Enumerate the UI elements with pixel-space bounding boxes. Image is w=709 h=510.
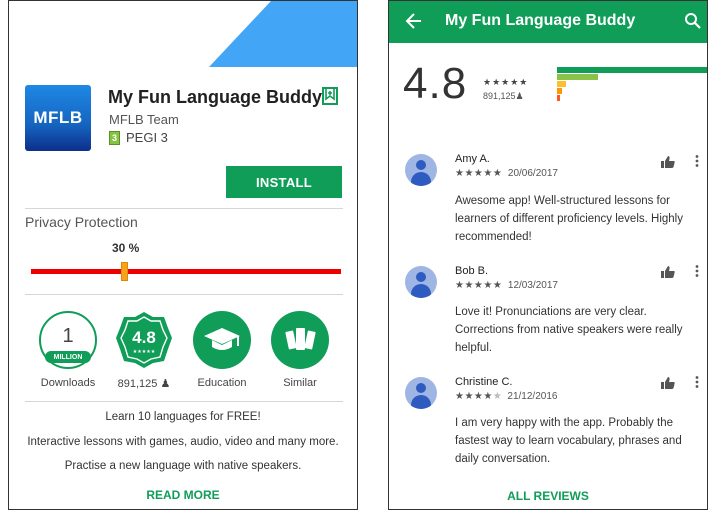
review-meta: ★★★★★ 12/03/2017	[455, 280, 558, 291]
downloads-label: Downloads	[40, 377, 96, 389]
similar-apps-icon	[285, 328, 316, 350]
review-stars: ★★★★★	[455, 168, 503, 179]
rating-bar-3-star	[557, 81, 566, 87]
description-line: Practise a new language with native spea…	[64, 460, 302, 472]
rating-bar-2-star	[557, 88, 562, 94]
app-icon: MFLB	[25, 85, 91, 151]
avatar	[405, 266, 437, 298]
education-category-button[interactable]	[193, 311, 251, 369]
similar-apps-button[interactable]	[271, 311, 329, 369]
privacy-bar	[31, 269, 341, 274]
rating-bar-1-star	[557, 95, 560, 101]
divider	[25, 294, 343, 295]
privacy-slider-thumb[interactable]	[120, 262, 128, 281]
review-meta: ★★★★★ 21/12/2016	[455, 391, 557, 402]
privacy-percent-text: 30 %	[112, 241, 140, 255]
downloads-number: 1	[62, 325, 74, 347]
toolbar-title: My Fun Language Buddy	[445, 12, 636, 29]
more-options-icon[interactable]	[695, 155, 699, 167]
rating-bar-4-star	[557, 74, 598, 80]
review-meta: ★★★★★ 20/06/2017	[455, 168, 558, 179]
rating-bar-5-star	[557, 67, 707, 73]
wishlist-bookmark-icon[interactable]	[322, 87, 338, 105]
rating-octagon-icon: 4.8 ★★★★★	[116, 312, 172, 368]
privacy-protection-label: Privacy Protection	[25, 214, 138, 230]
similar-label: Similar	[283, 377, 317, 389]
review-stars: ★★★★★	[455, 280, 503, 291]
toolbar: My Fun Language Buddy	[389, 1, 707, 43]
downloads-million-badge: MILLION	[45, 351, 91, 363]
pegi-label: PEGI 3	[126, 130, 168, 145]
downloads-badge: 1 MILLION	[39, 311, 97, 369]
person-icon: ♟	[160, 378, 171, 390]
review-text: Love it! Pronunciations are very clear. …	[455, 306, 683, 354]
divider	[25, 401, 343, 402]
review-date: 20/06/2017	[507, 168, 558, 179]
graduation-cap-icon	[204, 328, 240, 350]
developer-name[interactable]: MFLB Team	[109, 112, 179, 127]
all-reviews-link[interactable]: ALL REVIEWS	[389, 489, 707, 503]
back-arrow-icon[interactable]	[405, 11, 423, 31]
reviews-panel: My Fun Language Buddy 4.8 ★★★★★ 891,125♟…	[388, 0, 708, 510]
more-options-icon[interactable]	[695, 265, 699, 277]
svg-text:4.8: 4.8	[132, 328, 156, 347]
more-options-icon[interactable]	[695, 376, 699, 388]
install-button[interactable]: INSTALL	[226, 166, 342, 198]
rating-count: 891,125	[117, 378, 158, 390]
review-stars: ★★★★	[455, 391, 493, 402]
reviewer-name: Christine C.	[455, 376, 513, 388]
app-detail-panel: MFLB My Fun Language Buddy MFLB Team 3 P…	[8, 0, 358, 510]
rating-count-label: 891,125 ♟	[104, 377, 184, 390]
description-line: Learn 10 languages for FREE!	[105, 411, 261, 423]
pegi-badge-icon: 3	[109, 130, 120, 145]
description-line: Interactive lessons with games, audio, v…	[27, 436, 339, 448]
rating-stars: ★★★★★	[483, 77, 529, 87]
review-text: Awesome app! Well-structured lessons for…	[455, 195, 683, 243]
avatar	[405, 154, 437, 186]
app-icon-text: MFLB	[33, 108, 83, 127]
divider	[25, 208, 343, 209]
thumbs-up-icon[interactable]	[661, 156, 675, 168]
review-date: 12/03/2017	[507, 280, 558, 291]
reviewer-name: Amy A.	[455, 153, 490, 165]
average-rating: 4.8	[403, 59, 468, 108]
read-more-link[interactable]: READ MORE	[9, 488, 357, 502]
thumbs-up-icon[interactable]	[661, 266, 675, 278]
review-stars-empty: ★	[492, 391, 502, 402]
pegi-rating: 3 PEGI 3	[109, 130, 168, 145]
review-date: 21/12/2016	[507, 391, 558, 402]
thumbs-up-icon[interactable]	[661, 377, 675, 389]
header-banner	[9, 1, 357, 67]
search-icon[interactable]	[684, 12, 702, 30]
reviewer-name: Bob B.	[455, 265, 489, 277]
rating-count-value: 891,125	[483, 91, 516, 101]
svg-text:★★★★★: ★★★★★	[133, 349, 156, 355]
app-title: My Fun Language Buddy	[108, 87, 322, 107]
rating-count: 891,125♟	[483, 91, 524, 102]
avatar	[405, 377, 437, 409]
education-label: Education	[197, 377, 247, 389]
person-icon: ♟	[515, 91, 524, 101]
rating-badge[interactable]: 4.8 ★★★★★	[115, 311, 173, 369]
review-text: I am very happy with the app. Probably t…	[455, 417, 682, 465]
